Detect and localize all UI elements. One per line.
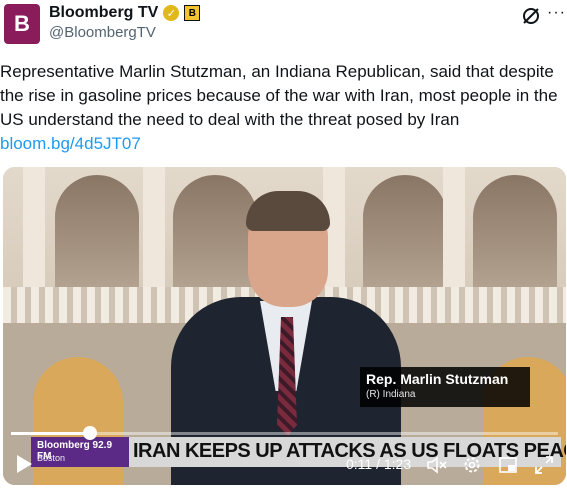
background-arch: [173, 175, 257, 295]
progress-bar[interactable]: [11, 426, 558, 440]
tweet-link[interactable]: bloom.bg/4d5JT07: [0, 134, 141, 153]
account-handle[interactable]: @BloombergTV: [49, 24, 156, 41]
mute-icon[interactable]: [426, 454, 448, 476]
lower-third-name: Rep. Marlin Stutzman: [366, 371, 509, 387]
settings-icon[interactable]: [461, 454, 483, 476]
progress-fill: [11, 432, 91, 435]
background-arch: [363, 175, 447, 295]
background-arch: [473, 175, 557, 295]
pip-icon[interactable]: [497, 454, 519, 476]
video-player[interactable]: Rep. Marlin Stutzman (R) Indiana Bloombe…: [3, 167, 566, 485]
avatar[interactable]: B: [4, 4, 40, 44]
affiliate-badge-icon[interactable]: B: [184, 5, 201, 21]
lower-third-subtitle: (R) Indiana: [366, 389, 416, 400]
video-controls: 0:11 / 1:23: [3, 450, 566, 480]
more-icon[interactable]: ···: [547, 4, 566, 22]
avatar-letter: B: [14, 11, 30, 36]
speaker-hair: [246, 191, 330, 231]
display-name[interactable]: Bloomberg TV: [49, 4, 158, 22]
verified-badge-icon[interactable]: ✓: [163, 5, 180, 21]
play-icon[interactable]: [15, 454, 33, 474]
background-arch: [55, 175, 139, 295]
tweet-header: B Bloomberg TV ✓ B @BloombergTV ···: [0, 0, 567, 52]
grok-icon[interactable]: [521, 6, 541, 26]
fullscreen-icon[interactable]: [533, 454, 555, 476]
tweet-text: Representative Marlin Stutzman, an India…: [0, 60, 560, 156]
lower-third: Rep. Marlin Stutzman (R) Indiana: [360, 367, 530, 407]
name-row: Bloomberg TV ✓ B: [49, 4, 201, 22]
time-display: 0:11 / 1:23: [346, 456, 412, 472]
tweet-body: Representative Marlin Stutzman, an India…: [0, 62, 558, 129]
